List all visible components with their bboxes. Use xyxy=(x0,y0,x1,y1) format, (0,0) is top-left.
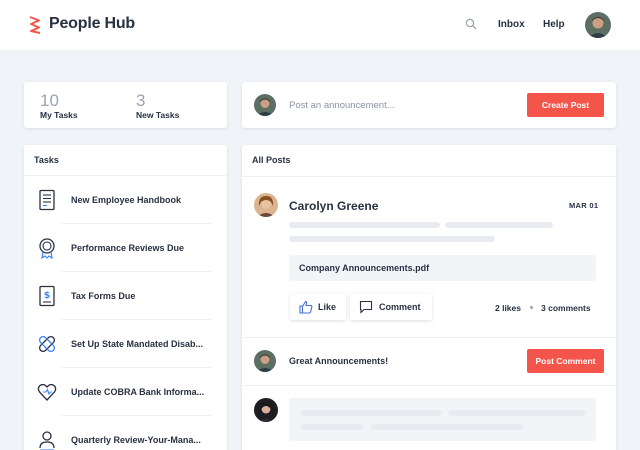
person-icon xyxy=(39,431,55,450)
comment-input[interactable]: Great Announcements! xyxy=(289,356,388,366)
nav-inbox-link[interactable]: Inbox xyxy=(498,19,525,30)
like-button[interactable]: Like xyxy=(290,294,346,320)
posts-panel: All Posts Carolyn Greene MAR 01 Company … xyxy=(242,145,616,450)
my-tasks-count: 10 xyxy=(40,91,59,110)
comments-count[interactable]: 3 comments xyxy=(541,303,591,313)
bandage-icon xyxy=(38,335,56,353)
tasks-title: Tasks xyxy=(34,155,59,165)
announcement-input[interactable]: Post an announcement... xyxy=(289,100,395,111)
text-placeholder xyxy=(370,424,524,430)
svg-text:$: $ xyxy=(44,291,50,301)
task-label: Set Up State Mandated Disab... xyxy=(71,339,204,349)
comment-label: Comment xyxy=(379,302,421,312)
post-comment-button[interactable]: Post Comment xyxy=(527,349,604,373)
task-item[interactable]: Quarterly Review-Your-Mana... xyxy=(24,416,227,450)
document-icon xyxy=(39,189,55,211)
dollar-document-icon: $ xyxy=(39,285,55,307)
task-label: Update COBRA Bank Informa... xyxy=(71,387,205,397)
attachment-link[interactable]: Company Announcements.pdf xyxy=(289,255,596,281)
text-placeholder xyxy=(289,222,440,228)
top-header: People Hub Inbox Help xyxy=(0,0,640,50)
attachment-name: Company Announcements.pdf xyxy=(299,263,430,273)
task-item[interactable]: Set Up State Mandated Disab... xyxy=(24,320,227,368)
logo-icon xyxy=(29,16,41,34)
divider xyxy=(242,176,616,177)
divider xyxy=(242,385,616,386)
avatar xyxy=(254,94,276,116)
task-item[interactable]: Update COBRA Bank Informa... xyxy=(24,368,227,416)
separator-dot xyxy=(530,306,533,309)
task-label: New Employee Handbook xyxy=(71,195,182,205)
new-tasks-count: 3 xyxy=(136,91,146,110)
task-item[interactable]: $ Tax Forms Due xyxy=(24,272,227,320)
text-placeholder xyxy=(445,222,553,228)
task-label: Tax Forms Due xyxy=(71,291,136,301)
task-stats-card: 10 3 My Tasks New Tasks xyxy=(24,82,227,128)
task-label: Performance Reviews Due xyxy=(71,243,185,253)
divider xyxy=(242,337,616,338)
likes-count[interactable]: 2 likes xyxy=(495,303,521,313)
new-tasks-label[interactable]: New Tasks xyxy=(136,110,179,120)
task-item[interactable]: New Employee Handbook xyxy=(24,176,227,224)
nav-help-link[interactable]: Help xyxy=(543,19,565,30)
brand-name[interactable]: People Hub xyxy=(49,15,135,33)
like-label: Like xyxy=(318,302,337,312)
comment-placeholder-box xyxy=(289,398,596,441)
search-icon[interactable] xyxy=(465,18,477,30)
my-tasks-label[interactable]: My Tasks xyxy=(40,110,78,120)
heart-icon xyxy=(37,383,57,401)
badge-icon xyxy=(39,238,55,259)
text-placeholder xyxy=(289,236,495,242)
user-avatar[interactable] xyxy=(585,12,611,38)
text-placeholder xyxy=(301,424,364,430)
create-post-button[interactable]: Create Post xyxy=(527,93,604,117)
author-avatar[interactable] xyxy=(254,193,278,217)
post-author[interactable]: Carolyn Greene xyxy=(289,199,378,213)
announcement-composer: Post an announcement... Create Post xyxy=(242,82,616,128)
avatar xyxy=(254,350,276,372)
task-label: Quarterly Review-Your-Mana... xyxy=(71,435,201,445)
thumbs-up-icon xyxy=(299,300,313,314)
posts-title: All Posts xyxy=(252,155,291,165)
text-placeholder xyxy=(448,410,586,416)
commenter-avatar[interactable] xyxy=(254,398,278,422)
comment-button[interactable]: Comment xyxy=(350,294,432,320)
tasks-panel: Tasks New Employee Handbook Performance … xyxy=(24,145,227,450)
task-item[interactable]: Performance Reviews Due xyxy=(24,224,227,272)
comment-icon xyxy=(359,300,373,314)
post-date: MAR 01 xyxy=(569,201,599,210)
text-placeholder xyxy=(301,410,442,416)
